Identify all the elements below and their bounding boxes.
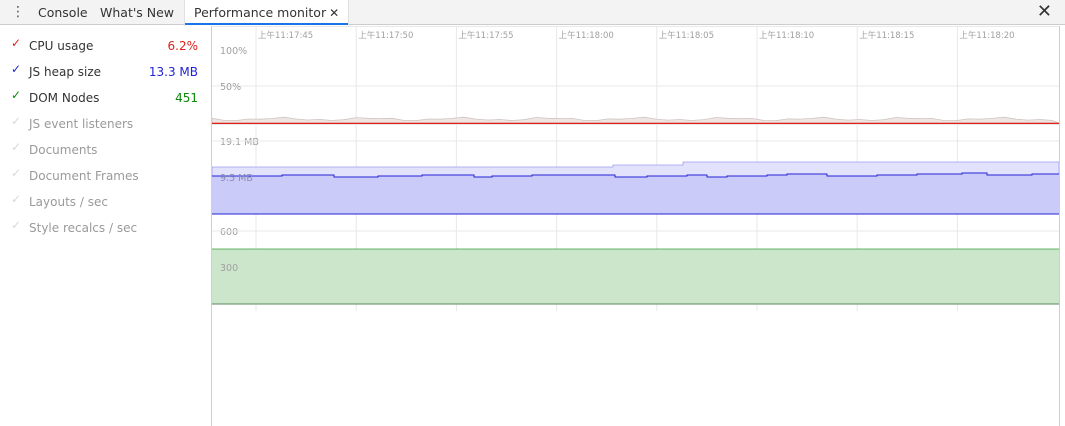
metric-js-event-listeners[interactable]: ✓ JS event listeners (0, 111, 211, 135)
metric-value: 451 (175, 91, 198, 105)
checkmark-icon[interactable]: ✓ (11, 36, 21, 50)
dom-scale-300: 300 (220, 263, 238, 274)
metrics-list: ✓ CPU usage 6.2% ✓ JS heap size 13.3 MB ✓ DOM N… (0, 26, 212, 426)
metric-label: Document Frames (29, 169, 139, 183)
time-label: 上午11:18:00 (559, 30, 614, 41)
heap-used-area (212, 173, 1059, 214)
metric-label: Layouts / sec (29, 195, 108, 209)
checkmark-icon[interactable]: ✓ (11, 140, 21, 154)
tab-bar: ⋮ Console What's New Performance monitor… (0, 0, 1065, 26)
metric-layouts-sec[interactable]: ✓ Layouts / sec (0, 189, 211, 213)
metric-label: JS event listeners (29, 117, 134, 131)
heap-scale-9: 9.5 MB (220, 173, 253, 184)
tab-whats-new[interactable]: What's New (100, 0, 174, 25)
heap-scale-19: 19.1 MB (220, 137, 259, 148)
checkmark-icon[interactable]: ✓ (11, 88, 21, 102)
metric-label: Style recalcs / sec (29, 221, 138, 235)
dom-scale-600: 600 (220, 227, 238, 238)
time-label: 上午11:18:15 (859, 30, 914, 41)
performance-chart: 上午11:17:45 上午11:17:50 上午11:17:55 上午11:18:00… (212, 26, 1059, 311)
cpu-scale-50: 50% (220, 82, 241, 93)
metric-label: DOM Nodes (29, 91, 100, 105)
metric-js-heap-size[interactable]: ✓ JS heap size 13.3 MB (0, 59, 211, 83)
metric-documents[interactable]: ✓ Documents (0, 137, 211, 161)
metric-label: JS heap size (29, 65, 102, 79)
checkmark-icon[interactable]: ✓ (11, 62, 21, 76)
close-tab-icon[interactable]: ✕ (329, 1, 339, 26)
tab-performance-monitor-label: Performance monitor (194, 5, 327, 20)
checkmark-icon[interactable]: ✓ (11, 192, 21, 206)
checkmark-icon[interactable]: ✓ (11, 114, 21, 128)
time-label: 上午11:17:50 (358, 30, 413, 41)
time-label: 上午11:17:45 (258, 30, 313, 41)
dom-nodes-area (212, 249, 1059, 304)
time-label: 上午11:18:20 (959, 30, 1014, 41)
tab-performance-monitor[interactable]: Performance monitor ✕ (184, 0, 350, 26)
metric-cpu-usage[interactable]: ✓ CPU usage 6.2% (0, 33, 211, 57)
close-panel-icon[interactable]: ✕ (1037, 2, 1052, 22)
tab-console[interactable]: Console (38, 0, 88, 25)
metric-value: 6.2% (167, 39, 199, 53)
metric-dom-nodes[interactable]: ✓ DOM Nodes 451 (0, 85, 211, 109)
cpu-scale-100: 100% (220, 46, 247, 57)
time-label: 上午11:18:05 (659, 30, 714, 41)
checkmark-icon[interactable]: ✓ (11, 166, 21, 180)
time-label: 上午11:17:55 (458, 30, 513, 41)
metric-document-frames[interactable]: ✓ Document Frames (0, 163, 211, 187)
metric-label: Documents (29, 143, 98, 157)
metric-label: CPU usage (29, 39, 94, 53)
panel-right-border (1059, 26, 1065, 426)
metric-value: 13.3 MB (148, 65, 198, 79)
more-options-icon[interactable]: ⋮ (11, 3, 25, 21)
time-label: 上午11:18:10 (759, 30, 814, 41)
cpu-usage-area (212, 116, 1059, 124)
metric-style-recalcs-sec[interactable]: ✓ Style recalcs / sec (0, 215, 211, 239)
checkmark-icon[interactable]: ✓ (11, 218, 21, 232)
